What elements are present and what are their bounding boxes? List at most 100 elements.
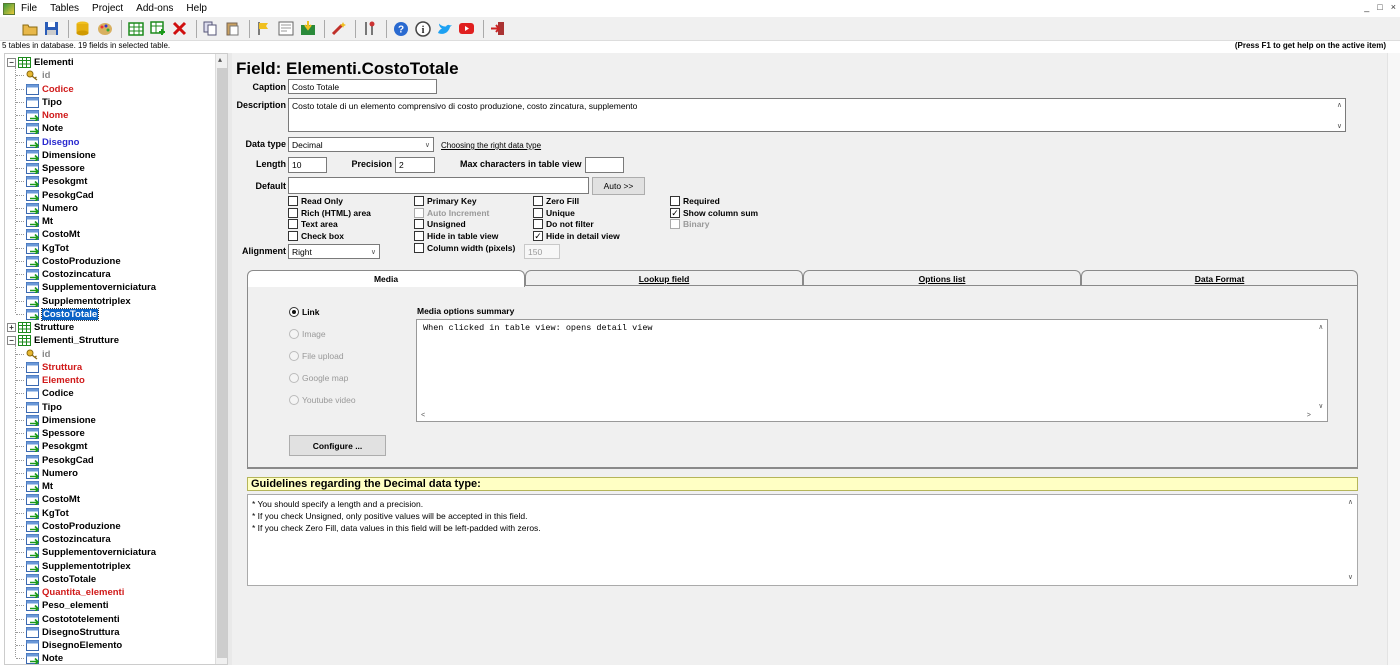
default-input[interactable] <box>288 177 589 194</box>
flag-icon[interactable] <box>254 19 273 38</box>
tree-field-node[interactable]: Mt <box>16 215 53 229</box>
tab-media[interactable]: Media <box>247 270 525 287</box>
option-checkbox[interactable]: Zero Fill <box>533 196 579 206</box>
tree-field-node[interactable]: Supplementoverniciatura <box>16 281 156 295</box>
option-checkbox[interactable]: Unique <box>533 207 575 218</box>
palette-icon[interactable] <box>95 19 114 38</box>
tab-options-list[interactable]: Options list <box>803 270 1081 286</box>
tree-field-node[interactable]: PesokgCad <box>16 189 94 202</box>
tree-field-node[interactable]: Spessore <box>16 427 85 441</box>
tree-field-node[interactable]: Tipo <box>16 96 62 109</box>
option-checkbox[interactable]: Unsigned <box>414 219 466 230</box>
tree-field-node[interactable]: Codice <box>16 83 74 96</box>
tree-field-node[interactable]: Supplementotriplex <box>16 560 131 573</box>
expand-icon[interactable]: + <box>7 323 16 332</box>
datatype-help-link[interactable]: Choosing the right data type <box>441 141 541 150</box>
help-icon[interactable]: ? <box>391 19 410 38</box>
tree-table-node[interactable]: + Strutture <box>7 321 74 334</box>
tree-field-node[interactable]: CostoTotale <box>16 573 96 586</box>
media-radio[interactable]: Youtube video <box>289 395 356 405</box>
caption-input[interactable]: Costo Totale <box>288 79 437 94</box>
minimize-button[interactable]: _ <box>1364 2 1369 12</box>
tree-field-node[interactable]: Note <box>16 122 63 136</box>
tree-field-node[interactable]: Mt <box>16 480 53 494</box>
media-radio[interactable]: Google map <box>289 373 348 383</box>
copy-icon[interactable] <box>201 19 220 38</box>
media-radio[interactable]: Link <box>289 307 319 317</box>
form-icon[interactable] <box>276 19 295 38</box>
option-checkbox[interactable]: Column width (pixels) <box>414 242 515 253</box>
tree-field-node[interactable]: Dimensione <box>16 414 96 427</box>
info-icon[interactable]: i <box>413 19 432 38</box>
alignment-select[interactable]: Right ∨ <box>288 244 380 259</box>
option-checkbox[interactable]: Primary Key <box>414 196 477 206</box>
checkbox-icon[interactable] <box>414 196 424 206</box>
option-checkbox[interactable]: Binary <box>670 219 709 230</box>
magic-wand-icon[interactable] <box>329 19 348 38</box>
delete-icon[interactable] <box>170 19 189 38</box>
tree-field-node[interactable]: Dimensione <box>16 149 96 162</box>
option-checkbox[interactable]: Do not filter <box>533 219 594 230</box>
radio-icon[interactable] <box>289 395 299 405</box>
length-input[interactable]: 10 <box>288 157 327 173</box>
tab-data-format[interactable]: Data Format <box>1081 270 1358 286</box>
precision-input[interactable]: 2 <box>395 157 435 173</box>
radio-icon[interactable] <box>289 351 299 361</box>
collapse-icon[interactable]: − <box>7 336 16 346</box>
open-folder-icon[interactable] <box>20 19 39 38</box>
tree-field-node[interactable]: Tipo <box>16 401 62 414</box>
checkbox-icon[interactable] <box>288 231 298 242</box>
tree-field-node[interactable]: DisegnoStruttura <box>16 626 120 639</box>
database-icon[interactable] <box>73 19 92 38</box>
menu-addons[interactable]: Add-ons <box>135 3 174 14</box>
tree-field-node[interactable]: Costototelementi <box>16 613 120 626</box>
main-scrollbar[interactable] <box>1387 53 1400 665</box>
collapse-icon[interactable]: − <box>7 58 16 67</box>
tree-field-node[interactable]: Supplementotriplex <box>16 295 131 308</box>
checkbox-icon[interactable] <box>288 219 298 230</box>
checkbox-icon[interactable] <box>414 231 424 242</box>
option-checkbox[interactable]: ✓ Hide in detail view <box>533 231 620 242</box>
tree-field-node[interactable]: Costozincatura <box>16 533 111 547</box>
tree-table-node[interactable]: − Elementi_Strutture <box>7 334 119 347</box>
tree-field-node[interactable]: PesokgCad <box>16 454 94 467</box>
tree-field-node[interactable]: Note <box>16 652 63 664</box>
twitter-icon[interactable] <box>435 19 454 38</box>
tree-field-node[interactable]: DisegnoElemento <box>16 639 122 652</box>
datatype-select[interactable]: Decimal ∨ <box>288 137 434 152</box>
tree-field-node[interactable]: Pesokgmt <box>16 175 87 189</box>
checkbox-icon[interactable] <box>288 196 298 206</box>
radio-icon[interactable] <box>289 373 299 383</box>
tree-field-node[interactable]: Nome <box>16 109 68 123</box>
radio-icon[interactable] <box>289 329 299 339</box>
menu-project[interactable]: Project <box>91 3 124 14</box>
checkbox-icon[interactable] <box>414 207 424 218</box>
tree-field-node[interactable]: Numero <box>16 467 78 480</box>
media-summary-box[interactable]: When clicked in table view: opens detail… <box>416 319 1328 422</box>
option-checkbox[interactable]: Text area <box>288 219 338 230</box>
paste-icon[interactable] <box>223 19 242 38</box>
checkbox-checked-icon[interactable]: ✓ <box>533 231 543 242</box>
description-input[interactable]: Costo totale di un elemento comprensivo … <box>288 98 1346 132</box>
option-checkbox[interactable]: Check box <box>288 231 344 242</box>
option-checkbox[interactable]: Rich (HTML) area <box>288 207 371 218</box>
tree-field-node[interactable]: Spessore <box>16 162 85 176</box>
tools-icon[interactable] <box>360 19 379 38</box>
checkbox-icon[interactable] <box>670 219 680 230</box>
configure-button[interactable]: Configure ... <box>289 435 386 456</box>
checkbox-checked-icon[interactable]: ✓ <box>670 207 680 218</box>
exit-icon[interactable] <box>488 19 507 38</box>
tree-field-node[interactable]: KgTot <box>16 507 69 520</box>
table-grid-icon[interactable] <box>126 19 145 38</box>
tree-scrollbar[interactable]: ▴ <box>215 54 227 664</box>
column-width-input[interactable]: 150 <box>524 244 560 259</box>
media-radio[interactable]: File upload <box>289 351 344 361</box>
table-tree[interactable]: − Elementi id Codice Tipo Nome Note Disegno Dime… <box>4 53 228 665</box>
restore-button[interactable]: □ <box>1377 2 1382 12</box>
add-table-icon[interactable] <box>148 19 167 38</box>
tree-field-node[interactable]: CostoProduzione <box>16 520 121 533</box>
tree-field-node[interactable]: Numero <box>16 202 78 215</box>
tree-field-node[interactable]: CostoMt <box>16 493 80 507</box>
tree-field-node[interactable]: id <box>16 348 50 361</box>
checkbox-icon[interactable] <box>414 219 424 230</box>
